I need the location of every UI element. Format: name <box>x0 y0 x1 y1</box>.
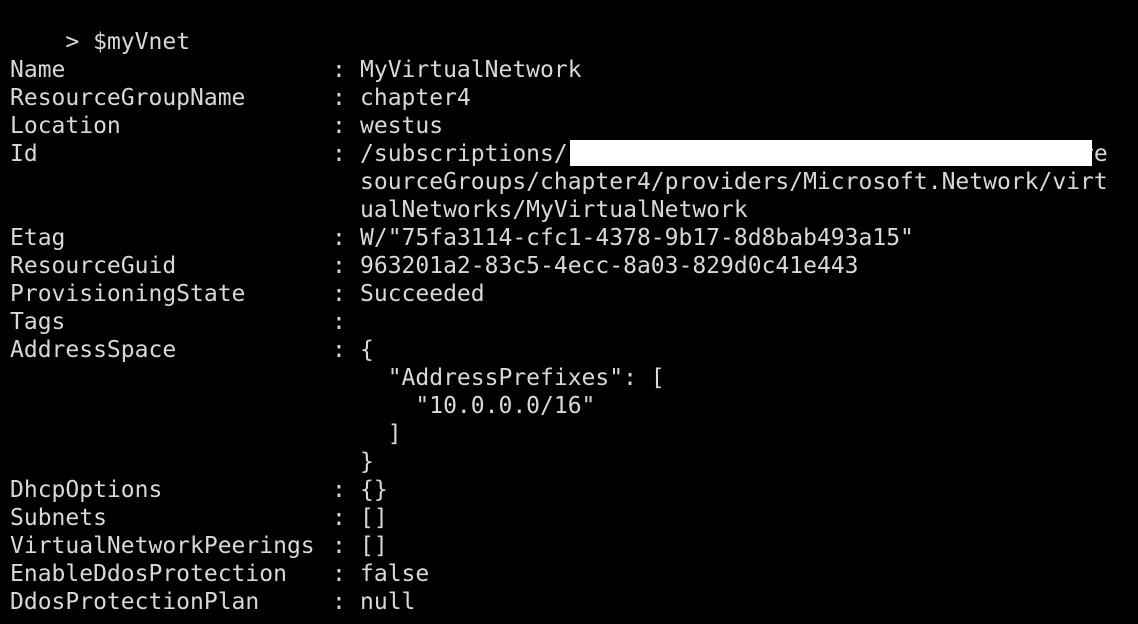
property-key: DdosProtectionPlan <box>10 589 260 615</box>
property-key: Location <box>10 113 121 139</box>
property-value-continued: sourceGroups/chapter4/providers/Microsof… <box>360 169 1108 195</box>
property-value: westus <box>360 113 444 139</box>
property-key: Name <box>10 57 66 83</box>
property-value-continued: ualNetworks/MyVirtualNetwork <box>360 197 748 223</box>
prompt-line: > $myVnet <box>10 0 190 55</box>
property-value: [] <box>360 505 388 531</box>
property-value: null <box>360 589 416 615</box>
redaction-block <box>570 140 1092 166</box>
property-key: Subnets <box>10 505 107 531</box>
property-key: EnableDdosProtection <box>10 561 287 587</box>
property-separator: : <box>332 533 346 559</box>
property-value: MyVirtualNetwork <box>360 57 582 83</box>
prompt-symbol: > <box>65 29 80 55</box>
property-key: ResourceGuid <box>10 253 177 279</box>
property-value: 963201a2-83c5-4ecc-8a03-829d0c41e443 <box>360 253 859 279</box>
property-separator: : <box>332 477 346 503</box>
property-key: DhcpOptions <box>10 477 163 503</box>
property-separator: : <box>332 57 346 83</box>
property-separator: : <box>332 309 346 335</box>
property-value-continued: "AddressPrefixes": [ <box>360 365 665 391</box>
property-separator: : <box>332 281 346 307</box>
property-value: chapter4 <box>360 85 471 111</box>
property-value: false <box>360 561 430 587</box>
property-value: W/"75fa3114-cfc1-4378-9b17-8d8bab493a15" <box>360 225 914 251</box>
property-key: Tags <box>10 309 66 335</box>
property-key: ResourceGroupName <box>10 85 246 111</box>
property-value-continued: } <box>360 449 374 475</box>
property-value-continued: ] <box>360 421 402 447</box>
prompt-command: $myVnet <box>93 29 191 55</box>
property-key: Id <box>10 141 38 167</box>
property-separator: : <box>332 225 346 251</box>
property-value: { <box>360 337 374 363</box>
property-separator: : <box>332 589 346 615</box>
property-separator: : <box>332 113 346 139</box>
property-value: Succeeded <box>360 281 485 307</box>
property-separator: : <box>332 253 346 279</box>
terminal-output: > $myVnet Name : MyVirtualNetwork Resour… <box>10 0 1138 624</box>
property-value-continued: "10.0.0.0/16" <box>360 393 596 419</box>
property-key: AddressSpace <box>10 337 177 363</box>
property-separator: : <box>332 141 346 167</box>
property-key: Etag <box>10 225 66 251</box>
property-key: VirtualNetworkPeerings <box>10 533 315 559</box>
property-separator: : <box>332 505 346 531</box>
property-value: [] <box>360 533 388 559</box>
property-key: ProvisioningState <box>10 281 246 307</box>
property-separator: : <box>332 337 346 363</box>
property-separator: : <box>332 561 346 587</box>
property-separator: : <box>332 85 346 111</box>
property-value: {} <box>360 477 388 503</box>
